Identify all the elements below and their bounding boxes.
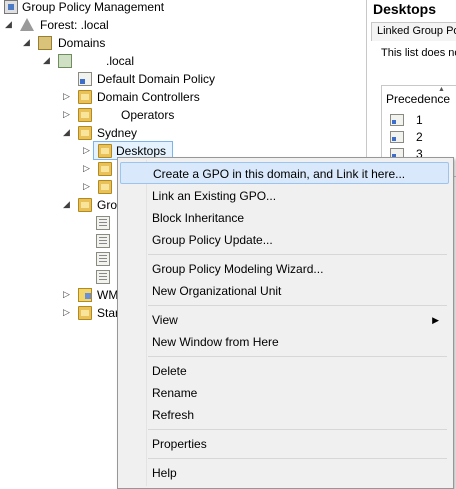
menu-item-label: Block Inheritance <box>152 211 245 225</box>
tab-label: Linked Group Po <box>377 25 456 37</box>
tab-linked-gpos[interactable]: Linked Group Po <box>371 22 456 41</box>
menu-item-label: New Window from Here <box>152 335 279 349</box>
tree-item-label: WM <box>97 288 119 302</box>
menu-separator <box>148 305 447 306</box>
ou-folder-icon <box>78 90 92 104</box>
menu-item-label: Rename <box>152 386 198 400</box>
menu-item-label: Help <box>152 466 177 480</box>
gpo-link-icon <box>390 114 404 126</box>
forest-icon <box>20 18 34 31</box>
precedence-value[interactable]: 2 <box>416 130 423 144</box>
menu-item-help[interactable]: Help <box>120 462 449 484</box>
tree-item-label: Operators <box>121 108 175 122</box>
domains-icon <box>38 36 52 50</box>
menu-separator <box>148 356 447 357</box>
submenu-arrow-icon: ▶ <box>432 315 439 325</box>
tree-root-label: Group Policy Management <box>22 0 165 14</box>
collapse-arrow-icon[interactable]: ◢ <box>62 128 71 137</box>
context-menu: Create a GPO in this domain, and Link it… <box>117 157 454 489</box>
gpo-icon <box>96 270 110 284</box>
menu-item-refresh[interactable]: Refresh <box>120 404 449 426</box>
ou-folder-icon <box>78 306 92 320</box>
menu-item-view[interactable]: View ▶ <box>120 309 449 331</box>
menu-item-link-existing-gpo[interactable]: Link an Existing GPO... <box>120 185 449 207</box>
gpo-icon <box>96 252 110 266</box>
menu-item-block-inheritance[interactable]: Block Inheritance <box>120 207 449 229</box>
menu-item-label: View <box>152 313 178 327</box>
menu-item-group-policy-update[interactable]: Group Policy Update... <box>120 229 449 251</box>
expand-arrow-icon[interactable]: ▷ <box>82 164 91 173</box>
tree-forest-label: Forest: .local <box>40 18 109 32</box>
wmi-filter-icon <box>78 288 92 302</box>
ou-folder-icon <box>98 162 112 176</box>
gpo-icon <box>96 216 110 230</box>
gpo-link-icon <box>78 72 92 86</box>
column-header-precedence[interactable]: Precedence <box>386 92 450 106</box>
ou-folder-icon <box>78 108 92 122</box>
gpo-icon <box>96 234 110 248</box>
menu-item-label: Refresh <box>152 408 195 422</box>
collapse-arrow-icon[interactable]: ◢ <box>42 56 51 65</box>
menu-separator <box>148 429 447 430</box>
tree-item-label: Default Domain Policy <box>97 72 216 86</box>
tree-domain-label: .local <box>106 54 135 68</box>
details-title: Desktops <box>373 1 437 17</box>
menu-item-new-ou[interactable]: New Organizational Unit <box>120 280 449 302</box>
details-note: This list does no <box>381 47 456 59</box>
domain-icon <box>58 54 72 68</box>
precedence-value[interactable]: 1 <box>416 113 423 127</box>
ou-folder-icon <box>78 198 92 212</box>
menu-item-delete[interactable]: Delete <box>120 360 449 382</box>
ou-folder-icon <box>78 126 92 140</box>
tree-item-label: Gro <box>97 198 118 212</box>
ou-folder-icon <box>98 180 112 194</box>
expand-arrow-icon[interactable]: ▷ <box>62 92 71 101</box>
menu-item-new-window[interactable]: New Window from Here <box>120 331 449 353</box>
menu-separator <box>148 458 447 459</box>
expand-arrow-icon[interactable]: ▷ <box>62 110 71 119</box>
menu-item-label: New Organizational Unit <box>152 284 282 298</box>
tree-item-label: Sydney <box>97 126 138 140</box>
menu-item-label: Link an Existing GPO... <box>152 189 277 203</box>
collapse-arrow-icon[interactable]: ◢ <box>62 200 71 209</box>
expand-arrow-icon[interactable]: ▷ <box>82 182 91 191</box>
collapse-arrow-icon[interactable]: ◢ <box>4 20 13 29</box>
menu-item-label: Delete <box>152 364 187 378</box>
collapse-arrow-icon[interactable]: ◢ <box>22 38 31 47</box>
expand-arrow-icon[interactable]: ▷ <box>62 308 71 317</box>
menu-item-label: Properties <box>152 437 207 451</box>
menu-item-create-gpo-link[interactable]: Create a GPO in this domain, and Link it… <box>120 162 449 184</box>
gpo-link-icon <box>390 131 404 143</box>
menu-separator <box>148 254 447 255</box>
menu-item-rename[interactable]: Rename <box>120 382 449 404</box>
tree-item-label: Star <box>97 306 120 320</box>
menu-item-modeling-wizard[interactable]: Group Policy Modeling Wizard... <box>120 258 449 280</box>
gpm-icon <box>4 0 18 14</box>
menu-item-label: Create a GPO in this domain, and Link it… <box>153 167 406 181</box>
menu-item-label: Group Policy Update... <box>152 233 273 247</box>
ou-folder-icon <box>98 144 112 158</box>
expand-arrow-icon[interactable]: ▷ <box>62 290 71 299</box>
menu-item-properties[interactable]: Properties <box>120 433 449 455</box>
menu-item-label: Group Policy Modeling Wizard... <box>152 262 324 276</box>
tree-domains-label: Domains <box>58 36 106 50</box>
tree-item-label: Domain Controllers <box>97 90 200 104</box>
expand-arrow-icon[interactable]: ▷ <box>82 146 91 155</box>
